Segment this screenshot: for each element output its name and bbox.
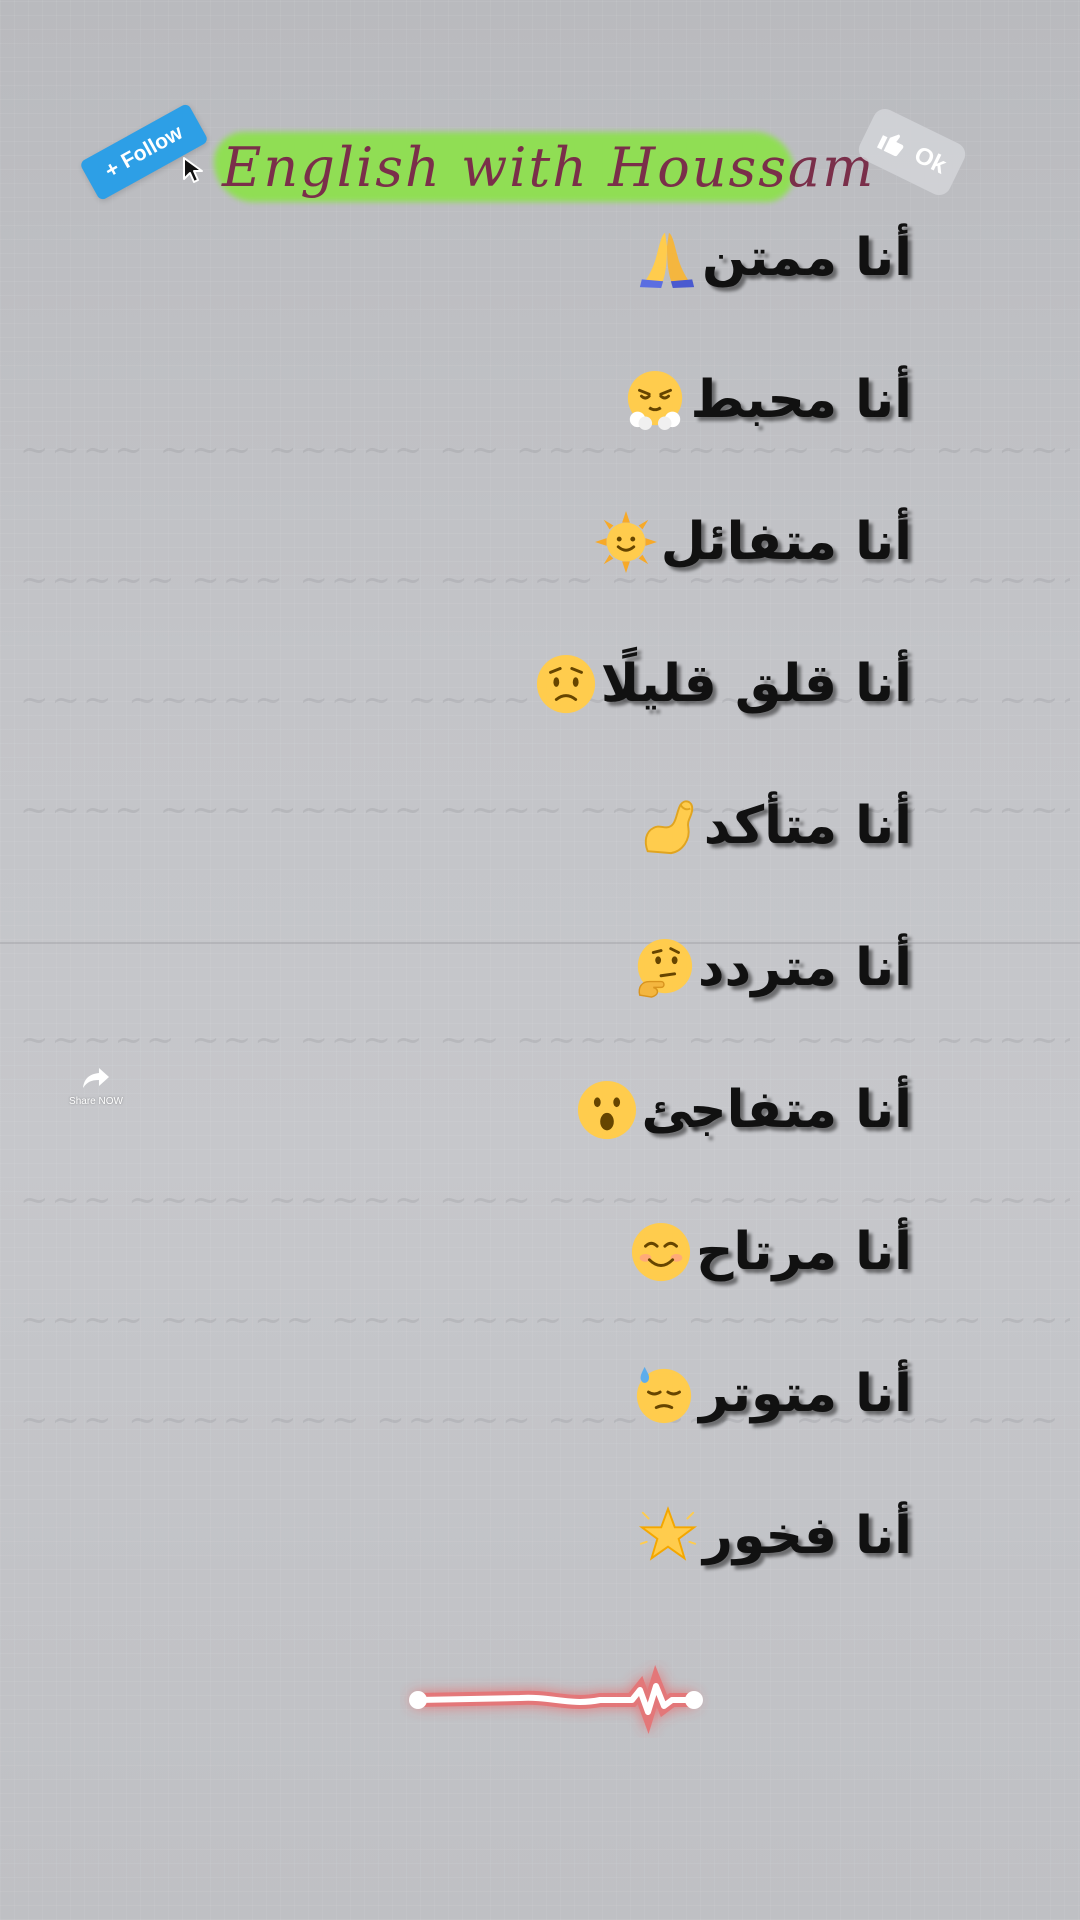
thumbs-up-icon [876,134,904,157]
share-arrow-icon [83,1068,109,1088]
face-with-steam-icon [628,370,683,431]
faded-handwriting: ~~~~ ~~~ ~~~~~ ~~ ~~~~ ~~~~~ ~~~ ~~~~~ ~… [20,430,1070,470]
audio-waveform-icon [409,1664,703,1735]
phrase-item: أنا محبط [624,360,912,440]
phrase-item: أنا متوتر [633,1354,912,1434]
follow-button-label: Follow [117,120,187,174]
phrase-text: أنا متفاجئ [641,1080,913,1140]
follow-button[interactable]: + Follow [79,102,209,202]
phrase-text: أنا قلق قليلًا [600,654,912,714]
folded-hands-icon [639,232,695,289]
phrase-item: أنا متردد [632,928,912,1008]
faded-handwriting: ~~~~~ ~~~ ~~~~ ~~ ~~~~~ ~~~ ~~~~ ~~~~~ ~… [20,1020,1070,1060]
phrase-item: أنا فخور [637,1496,912,1576]
sun-with-face-icon [594,511,657,573]
phrase-text: أنا فخور [702,1506,912,1566]
faded-handwriting: ~~~~ ~~~~~ ~~~ ~~~~ ~~~ ~~~~~ ~~~~ ~~~ ~… [20,1300,1070,1340]
thinking-face-icon [637,938,692,998]
faded-handwriting: ~~~~~ ~~~ ~~~~ ~~~~~ ~~ ~~~~~ ~~~ ~~~~ ~… [20,560,1070,600]
share-button[interactable]: Share NOW [60,1064,132,1116]
phrase-text: أنا متأكد [703,796,912,856]
mouse-cursor-icon [183,157,203,183]
flexed-biceps-icon [644,800,694,855]
phrase-item: أنا متفاجئ [576,1070,913,1150]
channel-title-banner: English with Houssam [214,122,876,208]
phrase-text: أنا ممتن [701,228,912,288]
downcast-face-with-sweat-icon [637,1366,692,1424]
channel-title: English with Houssam [222,136,876,199]
glowing-star-icon [638,1506,698,1561]
phrase-text: أنا متردد [697,938,912,998]
share-label: Share NOW [69,1096,123,1107]
phrase-item: أنا ممتن [636,218,912,298]
paper-rule-line [0,942,1080,944]
faded-handwriting: ~~~ ~~~~ ~~~ ~~~~~ ~~~ ~~~~ ~~~~~ ~~~ ~~… [20,1400,1070,1440]
phrase-item: أنا مرتاح [630,1212,912,1292]
ok-label: Ok [909,141,951,180]
phrase-item: أنا قلق قليلًا [535,644,912,724]
surprised-face-icon [577,1080,636,1140]
faded-handwriting: ~~~ ~~~~ ~~~~~ ~~~ ~~~~ ~~~~~ ~~~ ~~~~ ~… [20,1180,1070,1220]
smiling-face-icon [631,1222,690,1282]
faded-handwriting: ~~~~ ~~~ ~~~~~ ~~~~ ~~~ ~~~~~ ~~~ ~~~~ ~… [20,790,1070,830]
phrase-text: أنا متوتر [699,1364,912,1424]
notebook-paper-background [0,0,1080,1920]
phrase-text: أنا متفائل [660,512,912,572]
worried-face-icon [536,654,595,714]
phrase-item: أنا متفائل [594,502,912,582]
phrase-text: أنا مرتاح [695,1222,912,1282]
phrase-item: أنا متأكد [638,786,912,866]
phrase-text: أنا محبط [690,370,912,430]
